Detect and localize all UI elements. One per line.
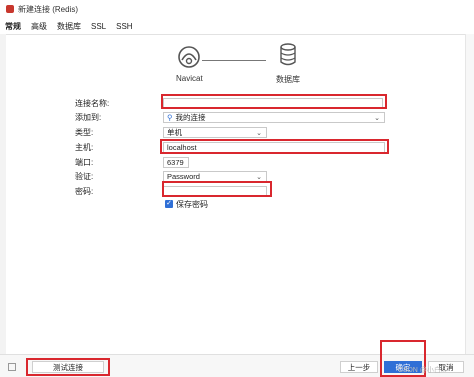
- tab-bar: 常规 高级 数据库 SSL SSH: [0, 18, 474, 35]
- connection-illustration: Navicat 数据库: [170, 38, 330, 88]
- auth-select[interactable]: Password ⌄: [163, 170, 267, 182]
- type-label: 类型:: [75, 127, 94, 137]
- window-title: 新建连接 (Redis): [18, 4, 79, 14]
- app-icon: [6, 5, 14, 13]
- save-password-checkbox[interactable]: ✓: [165, 200, 173, 208]
- connection-name-row: 连接名称:: [75, 97, 383, 109]
- titlebar: 新建连接 (Redis): [0, 0, 474, 18]
- test-connection-button[interactable]: 测试连接: [32, 361, 104, 373]
- panel-toggle-icon[interactable]: [8, 363, 16, 371]
- password-label: 密码:: [75, 186, 94, 196]
- type-row: 类型: 单机 ⌄: [75, 126, 267, 138]
- tab-advanced[interactable]: 高级: [26, 18, 52, 34]
- host-label: 主机:: [75, 142, 94, 152]
- navicat-label: Navicat: [176, 74, 203, 83]
- port-input[interactable]: 6379: [163, 156, 189, 168]
- add-to-label: 添加到:: [75, 112, 102, 122]
- add-to-select[interactable]: ⚲ 我的连接 ⌄: [163, 111, 385, 123]
- host-row: 主机: localhost: [75, 141, 385, 153]
- port-row: 端口: 6379: [75, 156, 189, 168]
- watermark: CSDN @小白...: [398, 367, 447, 374]
- auth-row: 验证: Password ⌄: [75, 170, 267, 182]
- type-value: 单机: [167, 127, 182, 137]
- auth-label: 验证:: [75, 171, 94, 181]
- tab-general[interactable]: 常规: [0, 18, 26, 34]
- connector-line: [202, 60, 266, 61]
- connection-name-label: 连接名称:: [75, 98, 110, 108]
- add-to-row: 添加到: ⚲ 我的连接 ⌄: [75, 111, 385, 123]
- tab-ssl[interactable]: SSL: [86, 18, 111, 34]
- database-icon: [280, 43, 296, 66]
- host-input[interactable]: localhost: [163, 141, 385, 153]
- type-select[interactable]: 单机 ⌄: [163, 126, 267, 138]
- tab-database[interactable]: 数据库: [52, 18, 86, 34]
- chevron-down-icon: ⌄: [256, 129, 262, 137]
- connection-name-input[interactable]: [163, 97, 383, 109]
- link-icon: ⚲: [167, 112, 173, 122]
- navicat-logo-icon: [178, 46, 200, 68]
- tab-ssh[interactable]: SSH: [111, 18, 137, 34]
- add-to-value: 我的连接: [175, 112, 206, 122]
- auth-value: Password: [167, 171, 200, 181]
- save-password-row: ✓ 保存密码: [165, 198, 208, 210]
- prev-button[interactable]: 上一步: [340, 361, 378, 373]
- chevron-down-icon: ⌄: [374, 114, 380, 122]
- save-password-label: 保存密码: [176, 199, 208, 209]
- password-row: 密码:: [75, 185, 267, 197]
- new-connection-window: 新建连接 (Redis) 常规 高级 数据库 SSL SSH Navicat 数…: [0, 0, 474, 377]
- password-input[interactable]: [163, 185, 267, 197]
- chevron-down-icon: ⌄: [256, 173, 262, 181]
- database-label: 数据库: [276, 75, 300, 84]
- right-gutter: [465, 34, 474, 354]
- port-label: 端口:: [75, 157, 94, 167]
- left-gutter: [0, 34, 6, 354]
